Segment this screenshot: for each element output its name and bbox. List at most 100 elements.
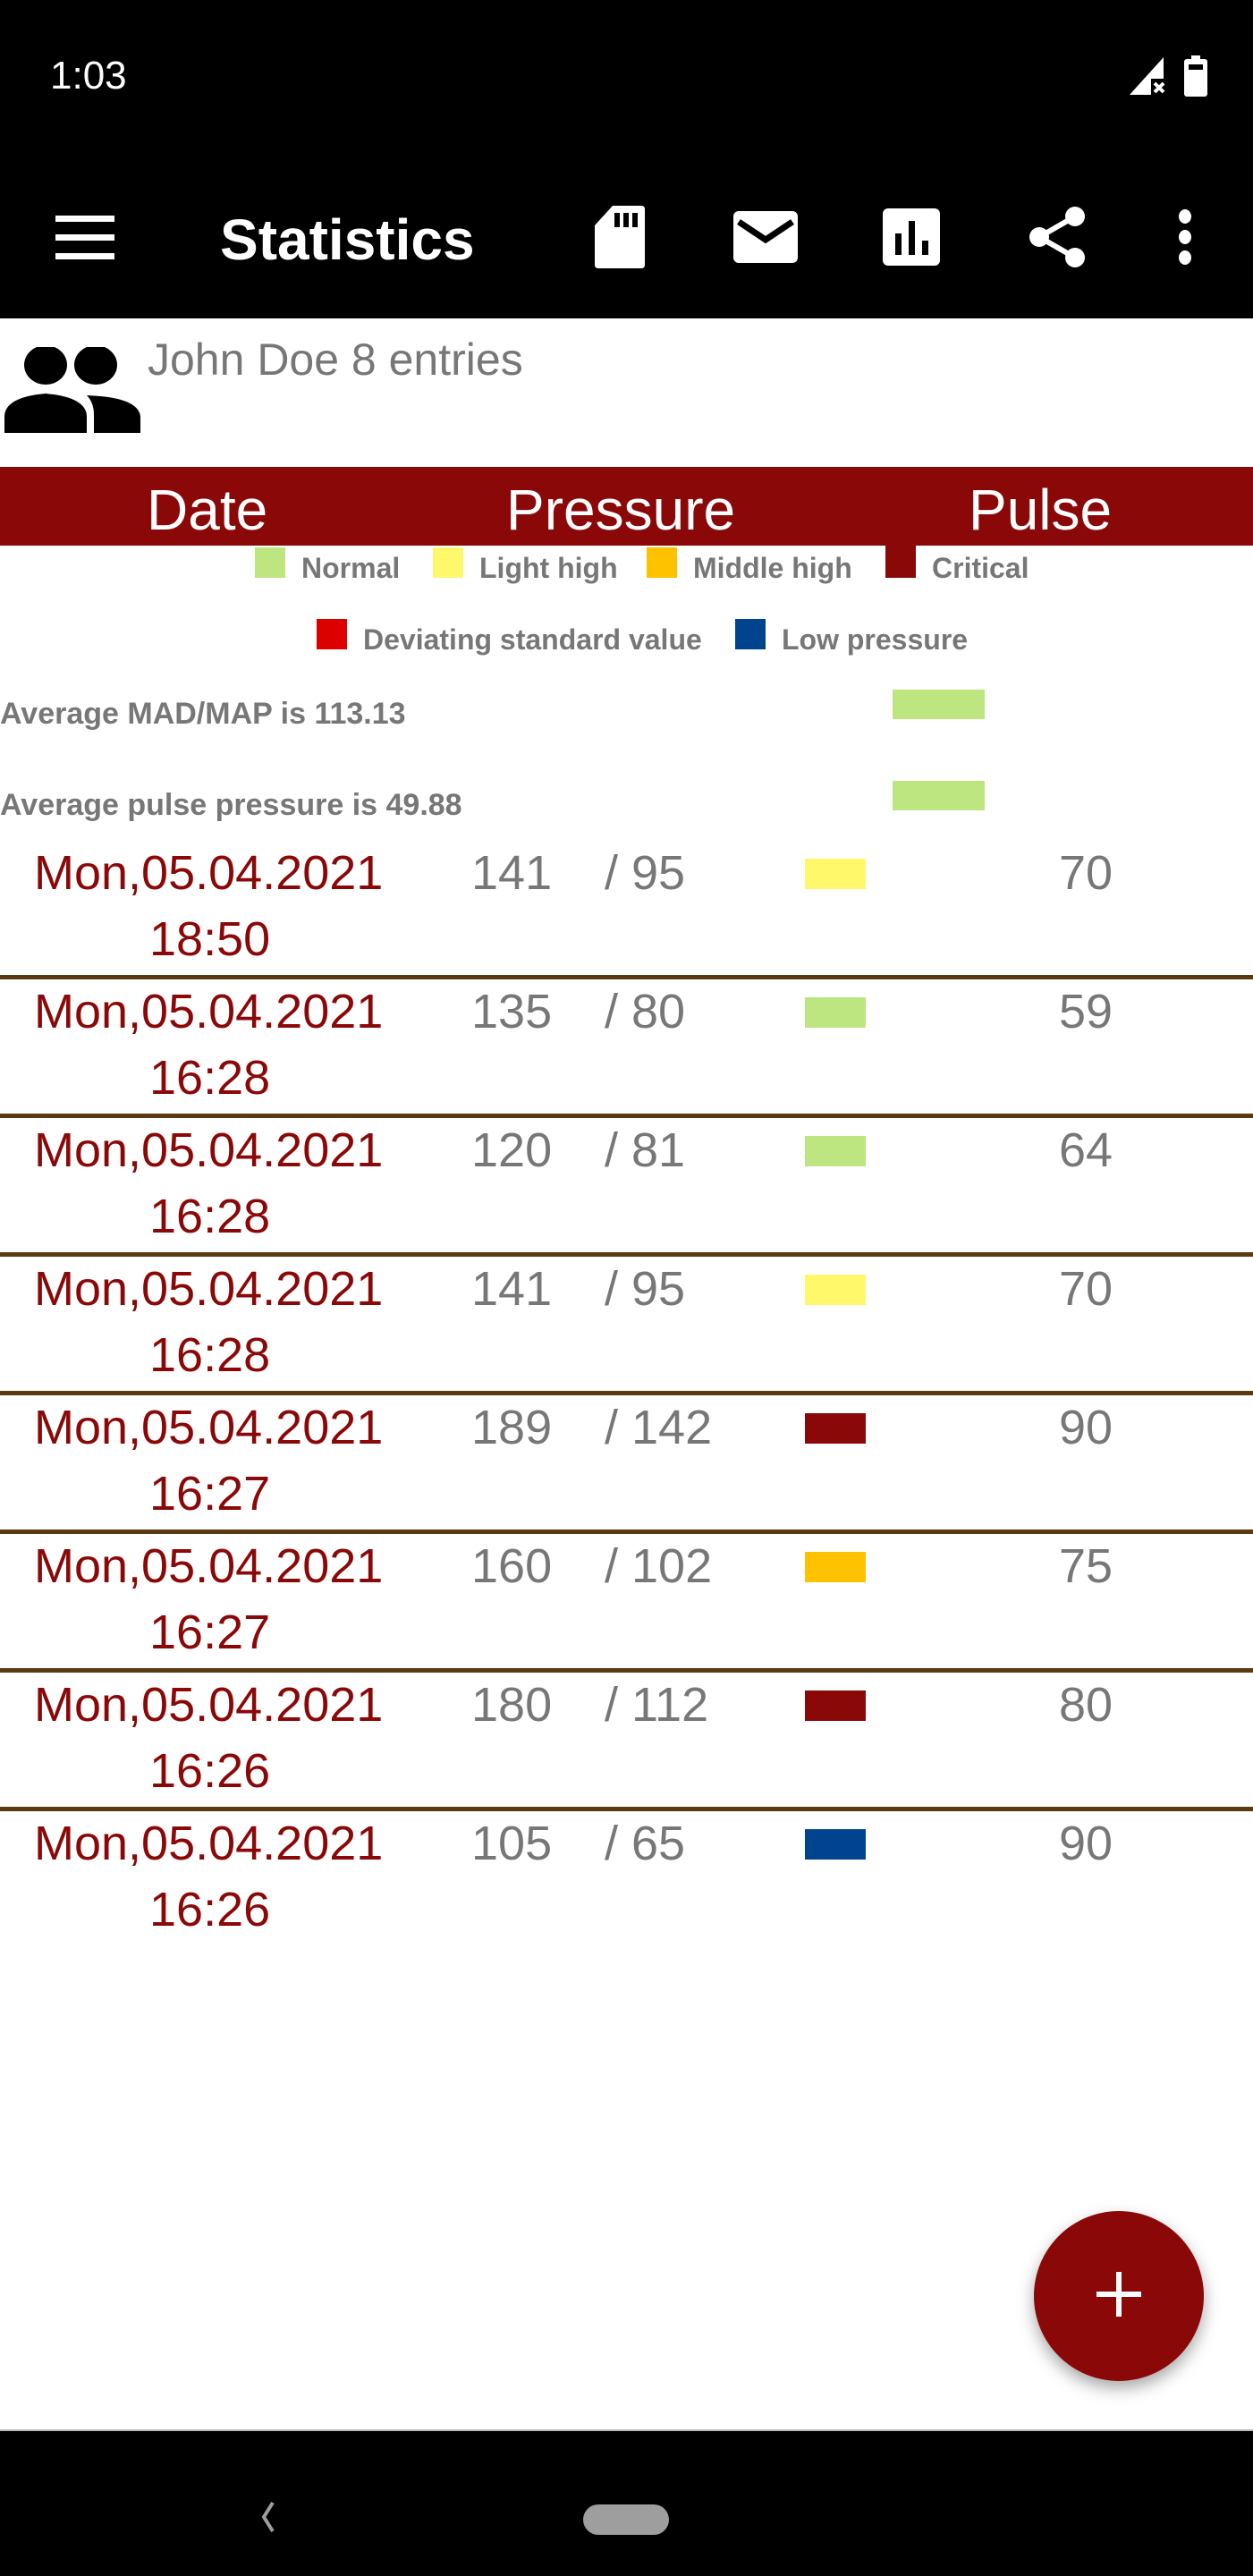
entry-date: Mon,05.04.2021 <box>34 1678 384 1732</box>
entry-category-swatch <box>805 1275 866 1305</box>
entry-systolic: 105 <box>471 1817 553 1870</box>
average-map-label: Average MAD/MAP is 113.13 <box>0 697 406 731</box>
home-pill-icon[interactable] <box>583 2504 669 2535</box>
legend-swatch <box>255 547 285 578</box>
column-header-date: Date <box>147 478 268 542</box>
entry-systolic: 141 <box>471 1262 553 1316</box>
mail-button[interactable] <box>725 199 806 279</box>
entry-date: Mon,05.04.2021 <box>34 1539 384 1593</box>
average-pulse-pressure-label: Average pulse pressure is 49.88 <box>0 788 462 822</box>
table-row[interactable]: Mon,05.04.2021 16:27 189 / 142 90 <box>0 1395 1253 1534</box>
entry-systolic: 180 <box>471 1678 553 1732</box>
entry-category-swatch <box>805 1829 866 1860</box>
entry-diastolic: / 112 <box>605 1678 709 1732</box>
table-header: Date Pressure Pulse <box>0 467 1253 546</box>
entry-category-swatch <box>805 1690 866 1721</box>
mail-icon <box>733 210 798 267</box>
entry-systolic: 160 <box>471 1539 553 1593</box>
entry-pulse: 75 <box>1059 1539 1113 1593</box>
legend-item-normal: Normal <box>255 547 400 590</box>
entry-time: 16:27 <box>149 1606 271 1659</box>
add-entry-button[interactable] <box>1034 2211 1204 2381</box>
entry-category-swatch <box>805 997 866 1028</box>
entry-pulse: 90 <box>1059 1817 1113 1870</box>
entry-time: 16:26 <box>149 1883 271 1936</box>
entry-category-swatch <box>805 1136 866 1166</box>
table-row[interactable]: Mon,05.04.2021 16:28 120 / 81 64 <box>0 1118 1253 1257</box>
legend-row-2: Deviating standard value Low pressure <box>0 619 1253 664</box>
entry-time: 16:28 <box>149 1190 271 1243</box>
entry-date: Mon,05.04.2021 <box>34 985 384 1038</box>
people-icon <box>4 345 140 433</box>
entry-pulse: 80 <box>1059 1678 1113 1732</box>
table-row[interactable]: Mon,05.04.2021 16:28 135 / 80 59 <box>0 979 1253 1118</box>
user-entries-label: John Doe 8 entries <box>148 335 523 385</box>
app-toolbar: Statistics <box>0 159 1253 318</box>
entry-time: 16:27 <box>149 1467 271 1521</box>
entry-pulse: 70 <box>1059 1262 1113 1316</box>
table-row[interactable]: Mon,05.04.2021 16:26 105 / 65 90 <box>0 1811 1253 1950</box>
legend-swatch <box>647 547 677 578</box>
entry-diastolic: / 65 <box>605 1817 686 1870</box>
share-button[interactable] <box>1017 199 1097 279</box>
entry-systolic: 189 <box>471 1401 553 1454</box>
system-nav-bar <box>0 2429 1253 2576</box>
table-row[interactable]: Mon,05.04.2021 18:50 141 / 95 70 <box>0 841 1253 979</box>
legend-swatch <box>317 619 347 649</box>
status-icons <box>1130 55 1208 101</box>
entry-diastolic: / 142 <box>605 1401 713 1454</box>
entry-date: Mon,05.04.2021 <box>34 1262 384 1316</box>
add-icon <box>1096 2271 1141 2321</box>
menu-button[interactable] <box>45 204 125 275</box>
signal-no-sim-icon <box>1130 57 1169 101</box>
chart-button[interactable] <box>871 199 952 279</box>
entry-diastolic: / 95 <box>605 1262 686 1316</box>
legend-item-deviating: Deviating standard value <box>317 619 702 662</box>
entry-diastolic: / 81 <box>605 1123 686 1177</box>
entry-diastolic: / 102 <box>605 1539 713 1593</box>
entry-date: Mon,05.04.2021 <box>34 1401 384 1454</box>
table-row[interactable]: Mon,05.04.2021 16:28 141 / 95 70 <box>0 1257 1253 1395</box>
entry-time: 16:28 <box>149 1051 271 1105</box>
column-header-pulse: Pulse <box>969 478 1113 542</box>
entries-list: Mon,05.04.2021 18:50 141 / 95 70 Mon,05.… <box>0 841 1253 1950</box>
average-pulse-pressure-swatch <box>893 781 985 810</box>
legend-row-1: Normal Light high Middle high Critical <box>0 544 1253 592</box>
entry-diastolic: / 80 <box>605 985 686 1038</box>
entry-pulse: 59 <box>1059 985 1113 1038</box>
legend-swatch <box>735 619 766 649</box>
legend-item-light-high: Light high <box>433 547 618 590</box>
bar-chart-icon <box>883 208 940 270</box>
legend-item-low-pressure: Low pressure <box>735 619 968 662</box>
entry-pulse: 90 <box>1059 1401 1113 1454</box>
entry-pulse: 70 <box>1059 846 1113 900</box>
entry-pulse: 64 <box>1059 1123 1113 1177</box>
table-row[interactable]: Mon,05.04.2021 16:27 160 / 102 75 <box>0 1534 1253 1673</box>
back-icon[interactable] <box>255 2499 282 2535</box>
page-title: Statistics <box>220 208 475 272</box>
more-vert-icon <box>1176 208 1194 270</box>
entry-systolic: 120 <box>471 1123 553 1177</box>
entry-time: 16:26 <box>149 1744 271 1798</box>
legend-item-middle-high: Middle high <box>647 547 852 590</box>
entry-date: Mon,05.04.2021 <box>34 1123 384 1177</box>
sd-card-icon <box>595 205 645 273</box>
column-header-pressure: Pressure <box>506 478 736 542</box>
entry-diastolic: / 95 <box>605 846 686 900</box>
battery-icon <box>1183 55 1208 101</box>
legend-item-critical: Critical <box>885 544 1029 590</box>
entry-category-swatch <box>805 1413 866 1444</box>
table-row[interactable]: Mon,05.04.2021 16:26 180 / 112 80 <box>0 1673 1253 1811</box>
share-icon <box>1029 206 1086 273</box>
user-row: John Doe 8 entries <box>0 318 1253 465</box>
legend-swatch <box>885 544 916 578</box>
sd-card-button[interactable] <box>580 199 660 279</box>
average-map-swatch <box>893 690 985 719</box>
more-options-button[interactable] <box>1145 199 1225 279</box>
entry-time: 18:50 <box>149 912 271 966</box>
entry-date: Mon,05.04.2021 <box>34 846 384 900</box>
hamburger-menu-icon <box>55 215 114 265</box>
entry-date: Mon,05.04.2021 <box>34 1817 384 1870</box>
entry-time: 16:28 <box>149 1328 271 1382</box>
entry-category-swatch <box>805 1552 866 1582</box>
